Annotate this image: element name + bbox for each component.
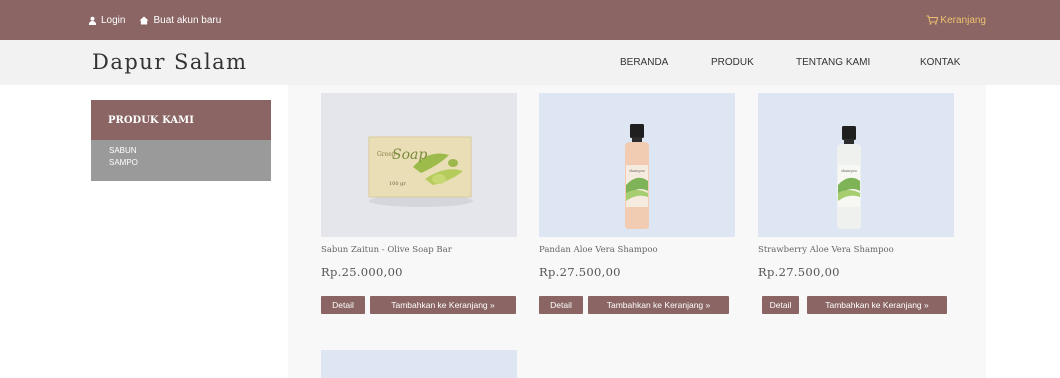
cart-label: Keranjang bbox=[940, 14, 986, 26]
svg-text:shampoo: shampoo bbox=[629, 169, 645, 173]
nav-tentang-kami-label: TENTANG KAMI bbox=[796, 57, 871, 68]
sidebar-item-sampo[interactable]: SAMPO bbox=[109, 157, 271, 169]
auth-links: Login Buat akun baru bbox=[88, 0, 235, 40]
shampoo-bottle-image: shampoo bbox=[758, 93, 954, 237]
sidebar-categories: SABUN SAMPO bbox=[91, 140, 271, 181]
product-name[interactable]: Pandan Aloe Vera Shampoo bbox=[539, 245, 658, 255]
cart-link[interactable]: Keranjang bbox=[926, 0, 986, 40]
sidebar: PRODUK KAMI SABUN SAMPO bbox=[91, 100, 271, 181]
nav-kontak-label: KONTAK bbox=[920, 57, 961, 68]
top-bar: Login Buat akun baru Keranjang bbox=[0, 0, 1060, 40]
soap-weight: 100 gr bbox=[389, 181, 406, 187]
product-image[interactable]: shampoo bbox=[539, 93, 735, 237]
product-card: Green Soap 100 gr Sabun Zaitun - Olive S… bbox=[321, 93, 517, 314]
nav-kontak[interactable]: KONTAK bbox=[920, 40, 960, 85]
add-to-cart-button[interactable]: Tambahkan ke Keranjang » bbox=[370, 296, 516, 314]
nav-produk-label: PRODUK bbox=[711, 57, 754, 68]
svg-text:shampoo: shampoo bbox=[841, 169, 857, 173]
register-label: Buat akun baru bbox=[153, 14, 222, 26]
sidebar-title: PRODUK KAMI bbox=[91, 100, 271, 140]
detail-button[interactable]: Detail bbox=[539, 296, 583, 314]
detail-button[interactable]: Detail bbox=[321, 296, 365, 314]
product-name[interactable]: Strawberry Aloe Vera Shampoo bbox=[758, 245, 894, 255]
login-label: Login bbox=[101, 14, 126, 26]
product-price: Rp.27.500,00 bbox=[758, 265, 840, 279]
product-image[interactable]: Green Soap 100 gr bbox=[321, 93, 517, 237]
nav-beranda-label: BERANDA bbox=[620, 57, 669, 68]
product-price: Rp.27.500,00 bbox=[539, 265, 621, 279]
home-icon bbox=[139, 15, 149, 25]
nav-beranda[interactable]: BERANDA bbox=[620, 40, 668, 85]
login-link[interactable]: Login bbox=[88, 15, 125, 26]
add-to-cart-button[interactable]: Tambahkan ke Keranjang » bbox=[588, 296, 729, 314]
product-price: Rp.25.000,00 bbox=[321, 265, 403, 279]
cart-icon bbox=[926, 15, 939, 25]
register-link[interactable]: Buat akun baru bbox=[139, 15, 221, 26]
add-to-cart-button[interactable]: Tambahkan ke Keranjang » bbox=[807, 296, 947, 314]
nav-tentang-kami[interactable]: TENTANG KAMI bbox=[796, 40, 870, 85]
sidebar-item-sabun[interactable]: SABUN bbox=[109, 145, 271, 157]
product-image[interactable]: shampoo bbox=[758, 93, 954, 237]
soap-bar-image: Green Soap 100 gr bbox=[321, 93, 517, 237]
soap-label: Soap bbox=[392, 147, 427, 163]
shampoo-bottle-image: shampoo bbox=[539, 93, 735, 237]
product-image[interactable] bbox=[321, 350, 517, 378]
nav-produk[interactable]: PRODUK bbox=[711, 40, 754, 85]
site-brand[interactable]: Dapur Salam bbox=[92, 50, 248, 74]
product-card: shampoo Strawberry Aloe Vera Shampoo Rp.… bbox=[758, 93, 954, 314]
product-name[interactable]: Sabun Zaitun - Olive Soap Bar bbox=[321, 245, 452, 255]
product-card: shampoo Pandan Aloe Vera Shampoo Rp.27.5… bbox=[539, 93, 735, 314]
detail-button[interactable]: Detail bbox=[762, 296, 799, 314]
user-icon bbox=[88, 16, 97, 25]
